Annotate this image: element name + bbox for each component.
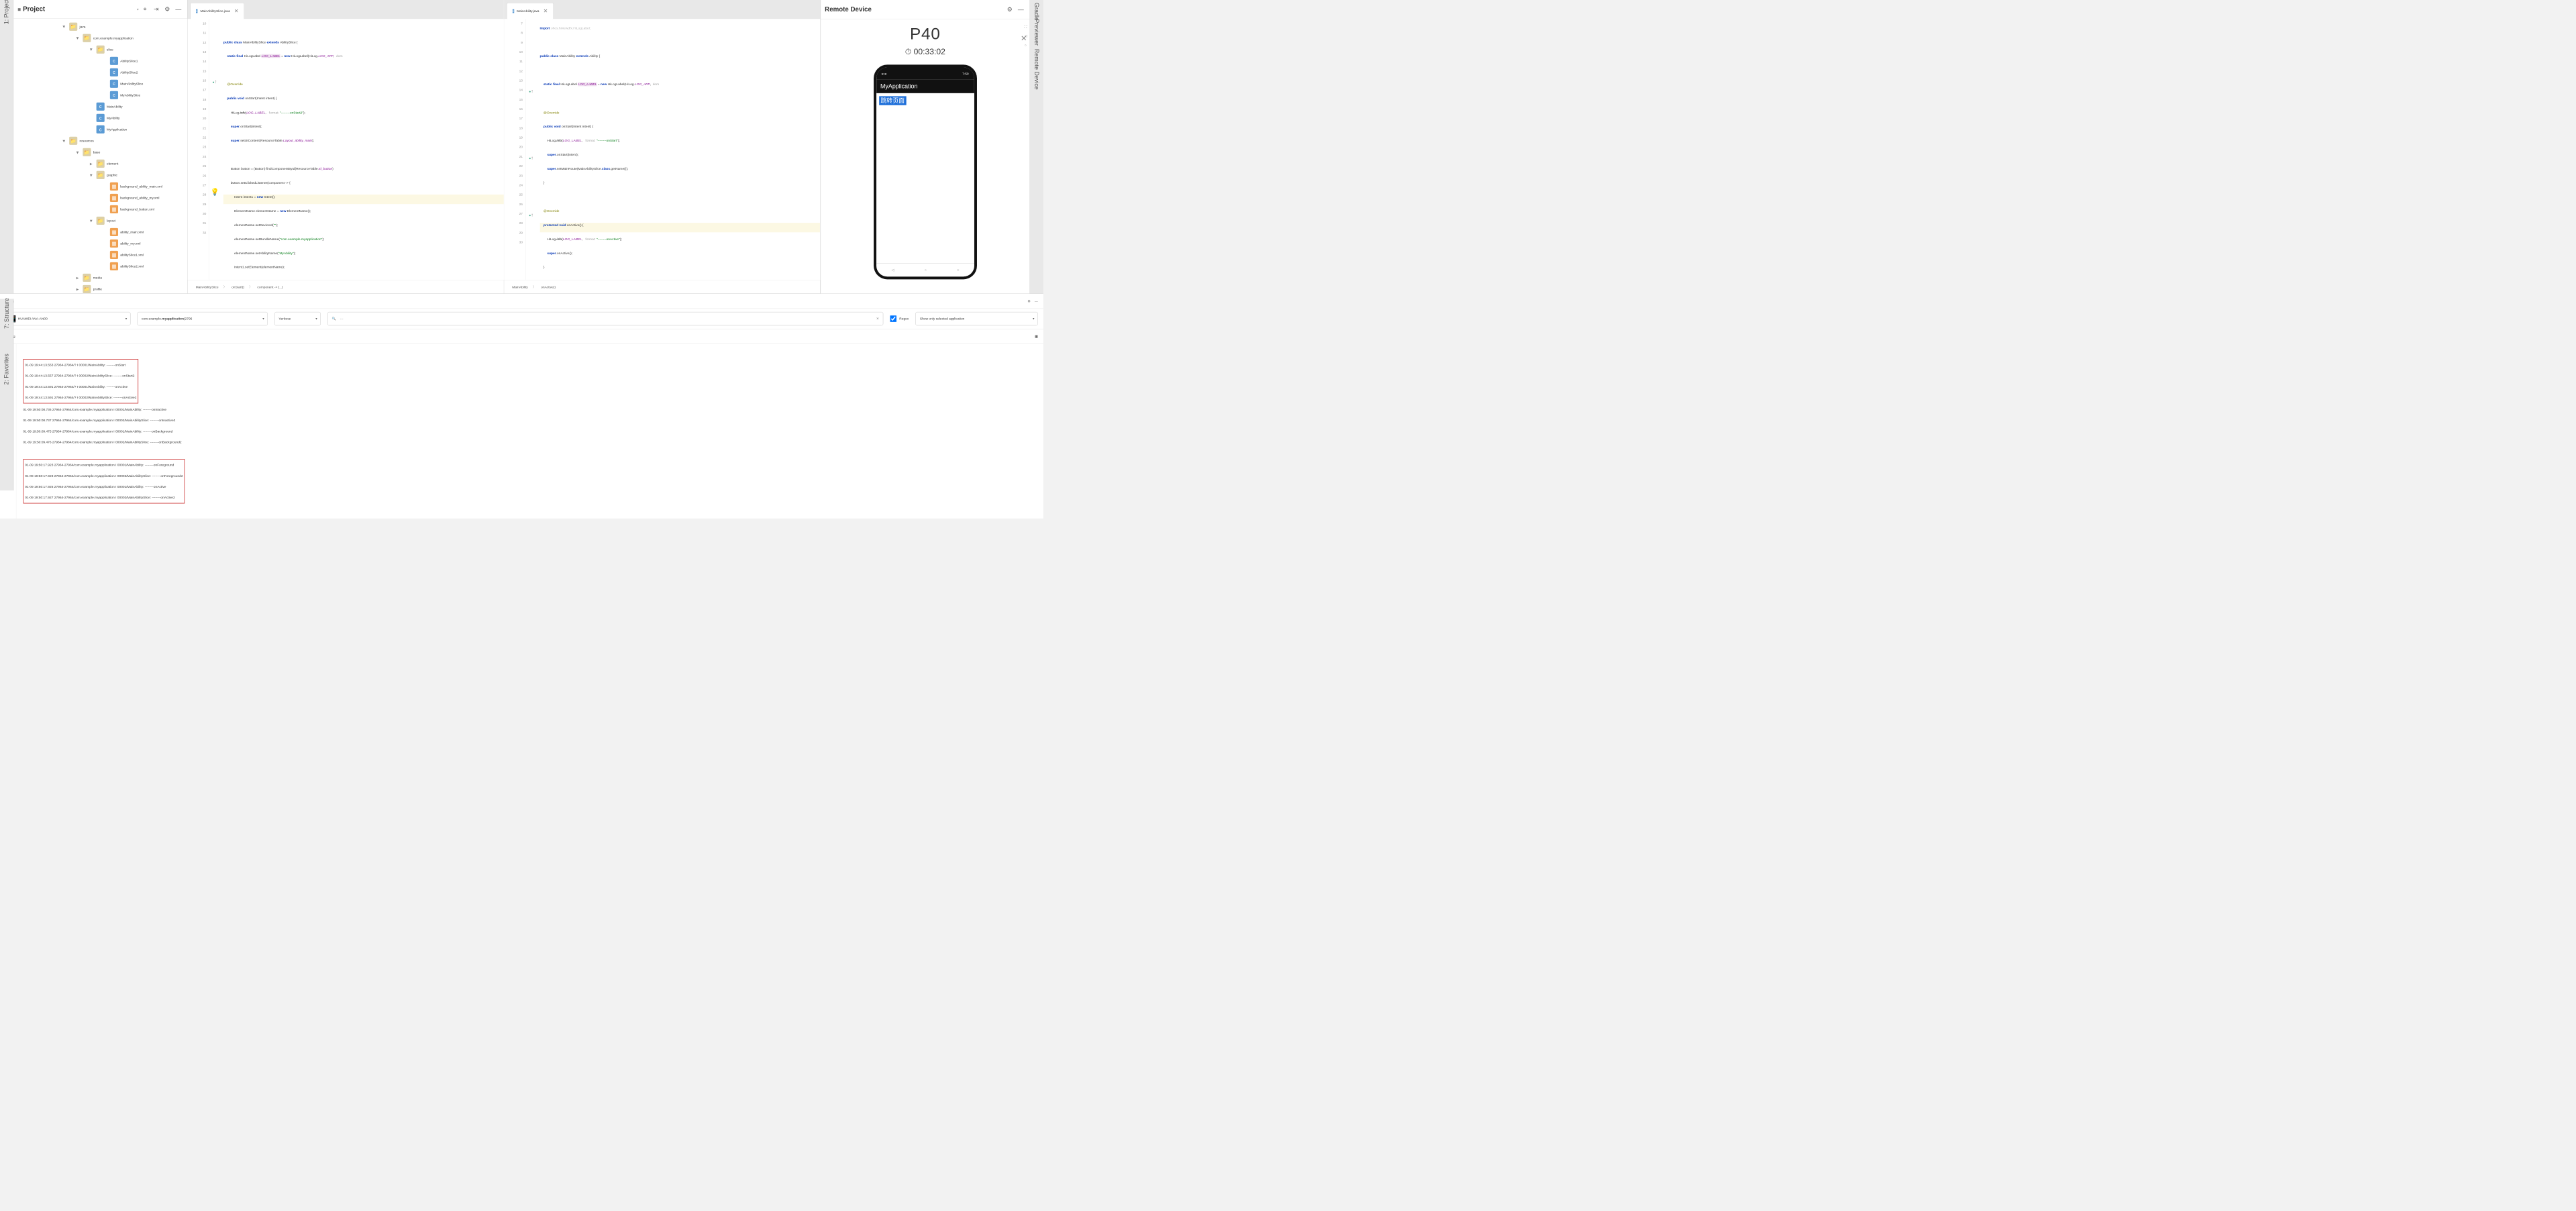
project-title[interactable]: Project xyxy=(23,5,137,13)
phone-navbar[interactable]: ◁○□ xyxy=(876,263,974,276)
hilog-panel: HiLog ⚙ — 📱 HUAWEI ANA-AN00▾ com.example… xyxy=(0,293,1043,518)
level-combo[interactable]: Verbose▾ xyxy=(274,312,321,325)
phone-statusbar: ▸▪◂7:50 xyxy=(876,67,974,79)
close-icon[interactable]: ✕ xyxy=(544,7,548,14)
hide-icon[interactable]: — xyxy=(1035,299,1038,303)
tree-item: cAbilitySlice1 xyxy=(13,55,187,66)
editor-left: c MainAbilitySlice.java ✕ 10111213141516… xyxy=(187,0,504,293)
favorites-tool-tab[interactable]: 2: Favorites xyxy=(3,354,11,385)
device-frame: ▸▪◂7:50 MyApplication 跳转页面 ◁○□ xyxy=(874,64,977,279)
remote-device-panel: Remote Device ⚙ — P40 ✕ ⛶ ◁ ○ 00:33:02 ▸… xyxy=(821,0,1030,293)
fullscreen-icon[interactable]: ⛶ xyxy=(1025,24,1027,28)
hide-icon[interactable]: — xyxy=(1016,5,1025,14)
regex-checkbox[interactable]: Regex xyxy=(890,315,909,322)
search-input[interactable]: 🔍 --- ✕ xyxy=(327,312,883,325)
intention-bulb-icon[interactable]: 💡 xyxy=(211,187,219,197)
device-name: P40 xyxy=(821,24,1029,43)
editor-tab-right[interactable]: c MainAbility.java ✕ xyxy=(507,3,554,19)
gutter-right: 7891011121314151617181920212223242526272… xyxy=(504,19,525,280)
device-combo[interactable]: 📱 HUAWEI ANA-AN00▾ xyxy=(5,312,130,325)
project-tree[interactable]: ▾📁java ▾📁com.example.myapplication ▾📁sli… xyxy=(13,19,187,293)
collapse-icon[interactable]: ⇥ xyxy=(152,5,161,14)
device-timer: 00:33:02 xyxy=(821,47,1029,56)
editor-tab-left[interactable]: c MainAbilitySlice.java ✕ xyxy=(191,3,245,19)
gear-icon[interactable]: ⚙ xyxy=(1005,5,1015,14)
right-tool-rail: Gradle Previewer Remote Device xyxy=(1030,0,1043,293)
phone-jump-button[interactable]: 跳转页面 xyxy=(879,96,907,105)
project-panel: ▦ Project ▾ ⌖ ⇥ ⚙ — ▾📁java ▾📁com.example… xyxy=(13,0,187,293)
breadcrumb-left[interactable]: MainAbilitySlice〉 onStart()〉 component -… xyxy=(187,280,503,293)
package-combo[interactable]: com.example.myapplication (2796▾ xyxy=(138,312,268,325)
locate-icon[interactable]: ⌖ xyxy=(140,5,150,14)
search-icon: 🔍 xyxy=(332,317,336,321)
layout-icon[interactable]: ▦ xyxy=(1035,335,1038,339)
previewer-tool-tab[interactable]: Previewer xyxy=(1031,19,1043,46)
editor-right: c MainAbility.java ✕ 7891011121314151617… xyxy=(504,0,821,293)
close-icon[interactable]: ✕ xyxy=(234,7,239,14)
structure-tool-tab[interactable]: 7: Structure xyxy=(3,298,11,329)
home-icon[interactable]: ○ xyxy=(1025,43,1027,47)
project-tool-tab[interactable]: 1: Project xyxy=(1,0,13,24)
gear-icon[interactable]: ⚙ xyxy=(162,5,172,14)
log-output[interactable]: 01-09 19:44:13.553 27964-27964/? I 00001… xyxy=(16,344,1043,519)
phone-appbar: MyApplication xyxy=(876,80,974,93)
clear-icon[interactable]: ✕ xyxy=(876,317,879,321)
code-left[interactable]: public class MainAbilitySlice extends Ab… xyxy=(220,19,504,280)
hide-icon[interactable]: — xyxy=(174,5,183,14)
remote-device-title: Remote Device xyxy=(825,5,1003,13)
gradle-tool-tab[interactable]: Gradle xyxy=(1031,3,1043,21)
left-tool-rail: 1: Project xyxy=(0,0,13,293)
gutter-left: 1011121314151617181920212223242526272829… xyxy=(187,19,209,280)
gear-icon[interactable]: ⚙ xyxy=(1027,299,1030,303)
remote-device-tool-tab[interactable]: Remote Device xyxy=(1031,49,1043,90)
code-right[interactable]: import ohos.hiviewdfx.HiLogLabel; public… xyxy=(537,19,821,280)
breadcrumb-right[interactable]: MainAbility〉 onActive() xyxy=(504,280,820,293)
back-icon[interactable]: ◁ xyxy=(1025,34,1027,38)
show-combo[interactable]: Show only selected application▾ xyxy=(915,312,1037,325)
